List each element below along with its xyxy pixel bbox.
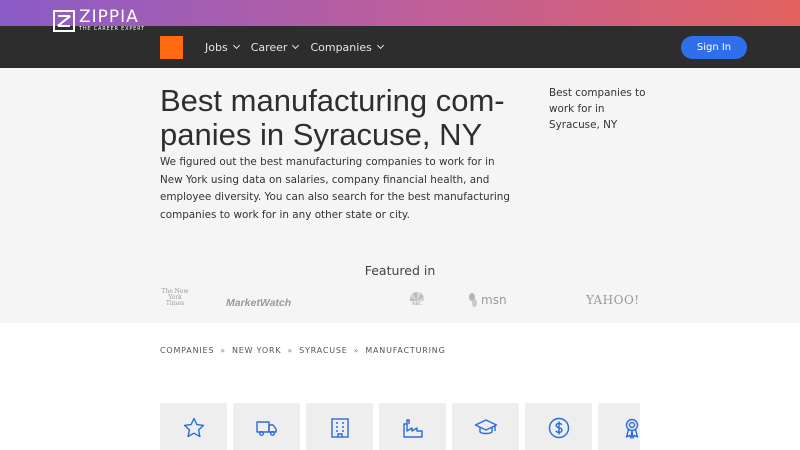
nav-jobs-label: Jobs [205, 40, 228, 54]
nav-companies[interactable]: Companies [310, 40, 384, 54]
breadcrumb-companies[interactable]: COMPANIES [160, 346, 214, 355]
factory-icon [402, 419, 423, 438]
breadcrumb: COMPANIES » NEW YORK » SYRACUSE » MANUFA… [160, 346, 446, 355]
breadcrumb-syracuse[interactable]: SYRACUSE [299, 346, 348, 355]
breadcrumb-separator: » [220, 346, 226, 355]
breadcrumb-separator: » [353, 346, 360, 355]
logo-badge-icon [160, 36, 183, 59]
main-nav: Jobs Career Companies [205, 26, 384, 68]
category-tile-truck[interactable] [233, 403, 300, 450]
category-tile-building[interactable] [306, 403, 373, 450]
page-description: We figured out the best manufacturing co… [160, 156, 510, 221]
yahoo-logo: YAHOO! [586, 293, 640, 307]
page-title: Best manufacturing com-panies in Syracus… [160, 83, 505, 152]
chevron-down-icon [292, 41, 300, 50]
nbc-logo: NBC [410, 292, 424, 307]
building-icon [330, 418, 349, 438]
dollar-icon [548, 417, 569, 439]
marketwatch-logo: MarketWatch [226, 297, 292, 309]
nav-career[interactable]: Career [250, 40, 300, 54]
category-tiles [160, 403, 640, 450]
category-tile-factory[interactable] [379, 403, 446, 450]
graduation-cap-icon [474, 419, 497, 435]
truck-icon [255, 421, 277, 436]
award-ribbon-icon [625, 418, 638, 439]
category-tile-award[interactable] [598, 403, 640, 450]
chevron-down-icon [376, 41, 384, 50]
logo-tagline: THE CAREER EXPERT [79, 26, 145, 32]
star-icon [183, 417, 204, 438]
breadcrumb-manufacturing: MANUFACTURING [365, 346, 446, 355]
nbc-peacock-icon [410, 292, 424, 301]
msn-logo-text: msn [481, 293, 507, 307]
logo-word: ZIPPIA [79, 7, 139, 27]
top-navbar [0, 26, 800, 68]
nyt-logo: The New York Times [161, 288, 189, 307]
category-tile-star[interactable] [160, 403, 227, 450]
msn-butterfly-icon [469, 293, 479, 307]
best-companies-syracuse-link[interactable]: Best companies to work for in Syracuse, … [549, 85, 649, 133]
zippia-logo[interactable]: ZIPPIA THE CAREER EXPERT [53, 9, 145, 32]
featured-in-heading: Featured in [364, 263, 436, 278]
category-tile-education[interactable] [452, 403, 519, 450]
zippia-logo-icon [53, 9, 75, 32]
nav-jobs[interactable]: Jobs [205, 40, 240, 54]
sign-in-button[interactable]: Sign In [681, 36, 747, 59]
nbc-logo-text: NBC [412, 302, 422, 307]
chevron-down-icon [232, 41, 240, 50]
breadcrumb-new-york[interactable]: NEW YORK [232, 346, 281, 355]
hero-section: Best manufacturing com-panies in Syracus… [0, 68, 800, 323]
breadcrumb-separator: » [287, 346, 294, 355]
nav-companies-label: Companies [310, 40, 372, 54]
category-tile-salary[interactable] [525, 403, 592, 450]
nav-career-label: Career [250, 40, 288, 54]
msn-logo: msn [469, 293, 507, 307]
